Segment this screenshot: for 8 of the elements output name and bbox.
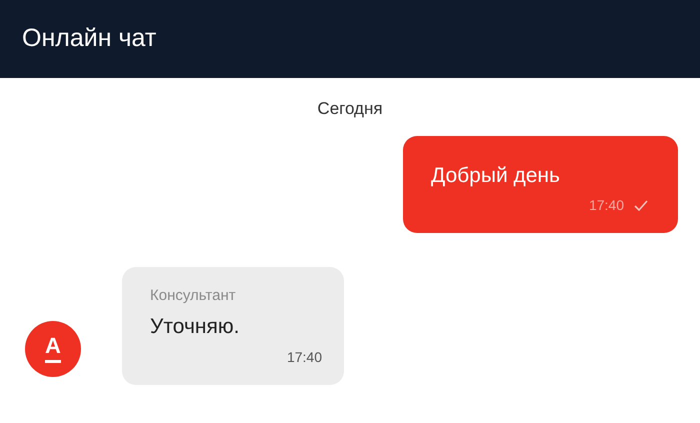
avatar-letter: А [45,334,61,356]
header-title: Онлайн чат [22,23,156,54]
message-text: Уточняю. [150,314,240,340]
sender-name: Консультант [150,286,237,306]
message-time: 17:40 [588,196,624,215]
date-separator: Сегодня [317,98,383,120]
message-text: Добрый день [431,162,561,188]
message-time: 17:40 [286,348,322,366]
